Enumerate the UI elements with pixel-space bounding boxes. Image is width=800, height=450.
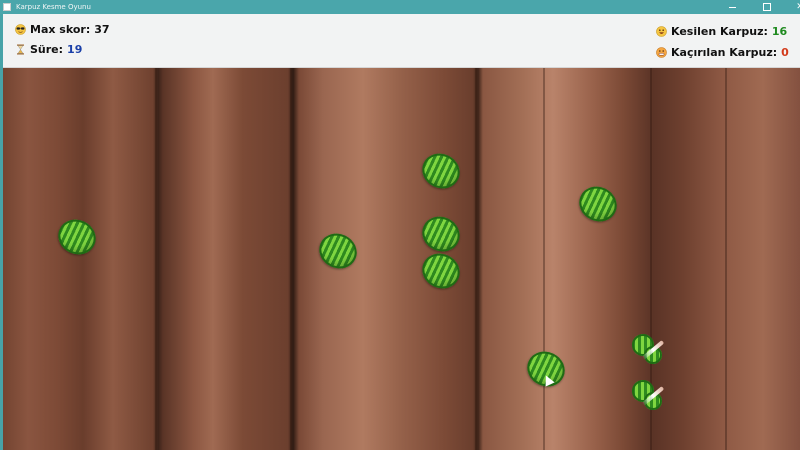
grinning-face-icon [656, 26, 667, 37]
wooden-game-board[interactable] [3, 68, 800, 450]
watermelon[interactable] [573, 180, 623, 228]
wood-seam [475, 68, 477, 450]
missed-label: Kaçırılan Karpuz: [671, 46, 778, 59]
time-label: Süre: [30, 43, 64, 56]
wood-seam [155, 68, 157, 450]
max-score-label: Max skor: [30, 23, 91, 36]
watermelon[interactable] [416, 247, 466, 295]
app-icon [3, 3, 11, 11]
missed-value: 0 [781, 46, 789, 59]
hourglass-icon [15, 44, 26, 55]
watermelon[interactable] [313, 227, 363, 275]
close-icon: ✕ [796, 2, 800, 12]
close-button[interactable]: ✕ [785, 0, 800, 14]
minimize-button[interactable] [717, 0, 747, 14]
score-panel: Max skor: 37 Süre: 19 Kesilen Karpuz: 16 [3, 14, 800, 68]
game-window: Karpuz Kesme Oyunu ✕ Max skor: 37 Süre: … [0, 0, 800, 450]
missed-count: Kaçırılan Karpuz: 0 [656, 46, 789, 59]
max-score: Max skor: 37 [15, 23, 110, 36]
sliced-watermelon [632, 380, 666, 414]
wood-seam [725, 68, 727, 450]
grimacing-face-icon [656, 47, 667, 58]
sliced-label: Kesilen Karpuz: [671, 25, 768, 38]
time-remaining: Süre: 19 [15, 43, 82, 56]
wood-seam [290, 68, 292, 450]
wood-seam [543, 68, 545, 450]
watermelon[interactable] [416, 210, 466, 258]
maximize-icon [763, 3, 771, 11]
title-bar: Karpuz Kesme Oyunu ✕ [0, 0, 800, 14]
max-score-value: 37 [94, 23, 110, 36]
sliced-count: Kesilen Karpuz: 16 [656, 25, 787, 38]
minimize-icon [728, 6, 736, 8]
game-client-area: Max skor: 37 Süre: 19 Kesilen Karpuz: 16 [3, 14, 800, 450]
watermelon[interactable] [52, 213, 102, 261]
sunglasses-face-icon [15, 24, 26, 35]
sliced-watermelon [632, 334, 666, 368]
maximize-button[interactable] [752, 0, 782, 14]
sliced-value: 16 [771, 25, 788, 38]
time-value: 19 [67, 43, 83, 56]
window-title: Karpuz Kesme Oyunu [16, 3, 91, 11]
watermelon[interactable] [416, 147, 466, 195]
